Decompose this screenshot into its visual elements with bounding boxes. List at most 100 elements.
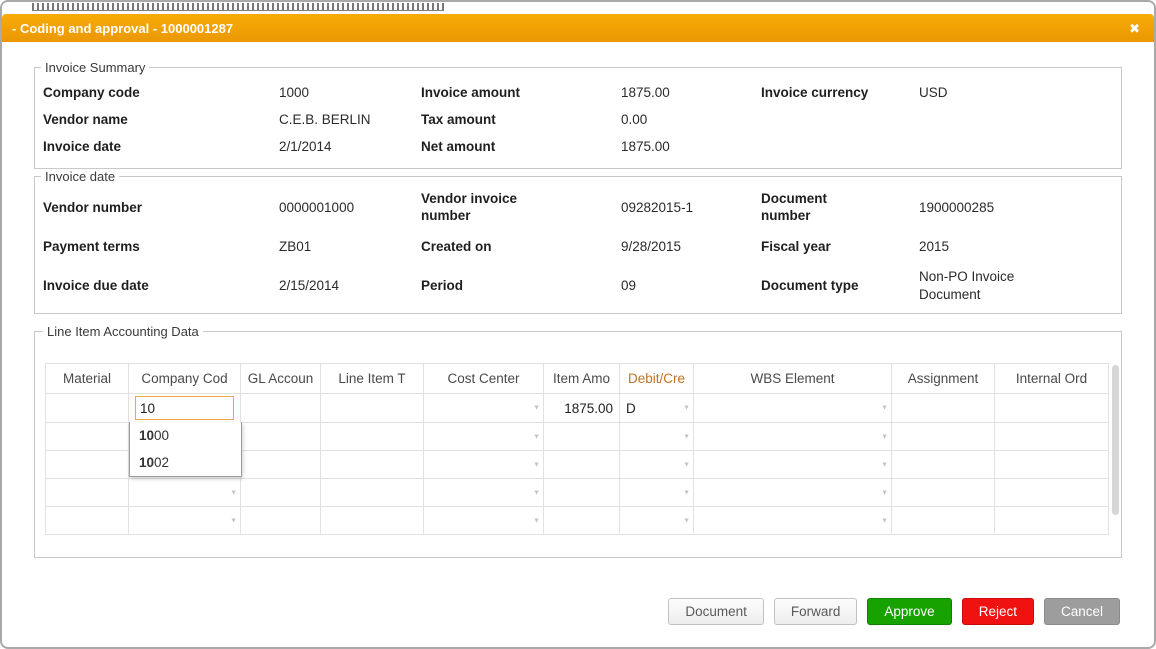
cell-debit-credit[interactable]: ▼ xyxy=(620,451,694,479)
cell-cost-center[interactable]: ▼ xyxy=(424,507,544,535)
cell-line-item-text[interactable] xyxy=(321,507,424,535)
dropdown-arrow-icon: ▼ xyxy=(683,461,690,468)
cell-assignment[interactable] xyxy=(892,423,995,451)
cell-item-amount[interactable] xyxy=(544,423,620,451)
cell-line-item-text[interactable] xyxy=(321,479,424,507)
table-row-1: ▼ 1875.00 D▼ ▼ xyxy=(46,394,1109,423)
cell-item-amount[interactable] xyxy=(544,451,620,479)
cell-company-code[interactable]: ▼ xyxy=(129,479,241,507)
vendor-name-value: C.E.B. BERLIN xyxy=(279,106,421,133)
dropdown-arrow-icon: ▼ xyxy=(683,405,690,412)
invoice-currency-label: Invoice currency xyxy=(761,79,919,106)
autocomplete-option-1002[interactable]: 1002 xyxy=(130,449,241,476)
cell-cost-center[interactable]: ▼ xyxy=(424,479,544,507)
document-button[interactable]: Document xyxy=(668,598,764,625)
cancel-button[interactable]: Cancel xyxy=(1044,598,1120,625)
cell-assignment[interactable] xyxy=(892,507,995,535)
cell-wbs-element[interactable]: ▼ xyxy=(694,507,892,535)
clipped-background-text xyxy=(32,3,444,11)
created-on-value: 9/28/2015 xyxy=(621,227,761,266)
cell-internal-order[interactable] xyxy=(995,451,1109,479)
cell-material[interactable] xyxy=(46,479,129,507)
dialog-title-bar: - Coding and approval - 1000001287 ✖ xyxy=(2,14,1154,42)
cell-company-code xyxy=(129,394,241,423)
cell-line-item-text[interactable] xyxy=(321,394,424,423)
cell-item-amount[interactable] xyxy=(544,507,620,535)
cell-gl-account[interactable] xyxy=(241,423,321,451)
invoice-date-value: 2/1/2014 xyxy=(279,133,421,160)
dialog-body: Invoice Summary Company code 1000 Invoic… xyxy=(2,42,1154,558)
approve-button[interactable]: Approve xyxy=(867,598,951,625)
cell-internal-order[interactable] xyxy=(995,394,1109,423)
cell-internal-order[interactable] xyxy=(995,507,1109,535)
cell-assignment[interactable] xyxy=(892,479,995,507)
invoice-amount-value: 1875.00 xyxy=(621,79,761,106)
cell-item-amount[interactable] xyxy=(544,479,620,507)
background-page-strip xyxy=(2,2,1154,14)
net-amount-value: 1875.00 xyxy=(621,133,761,160)
dropdown-arrow-icon: ▼ xyxy=(881,433,888,440)
cell-debit-credit[interactable]: ▼ xyxy=(620,423,694,451)
payment-terms-label: Payment terms xyxy=(43,227,279,266)
action-button-bar: Document Forward Approve Reject Cancel xyxy=(668,598,1120,625)
cell-item-amount[interactable]: 1875.00 xyxy=(544,394,620,423)
dropdown-arrow-icon: ▼ xyxy=(881,517,888,524)
column-header-material: Material xyxy=(46,364,129,394)
autocomplete-rest-text: 00 xyxy=(154,428,169,443)
column-header-item-amount: Item Amo xyxy=(544,364,620,394)
coding-approval-dialog: - Coding and approval - 1000001287 ✖ Inv… xyxy=(0,0,1156,649)
column-header-gl-account: GL Accoun xyxy=(241,364,321,394)
cell-wbs-element[interactable]: ▼ xyxy=(694,451,892,479)
cell-material[interactable] xyxy=(46,394,129,423)
cell-gl-account[interactable] xyxy=(241,394,321,423)
forward-button[interactable]: Forward xyxy=(774,598,858,625)
invoice-currency-value: USD xyxy=(919,79,1113,106)
fiscal-year-value: 2015 xyxy=(919,227,1113,266)
dropdown-arrow-icon: ▼ xyxy=(881,405,888,412)
cell-line-item-text[interactable] xyxy=(321,451,424,479)
cell-gl-account[interactable] xyxy=(241,479,321,507)
table-vertical-scrollbar[interactable] xyxy=(1112,365,1119,515)
period-label: Period xyxy=(421,266,621,305)
cell-debit-credit[interactable]: ▼ xyxy=(620,507,694,535)
cell-material[interactable] xyxy=(46,507,129,535)
cell-cost-center[interactable]: ▼ xyxy=(424,394,544,423)
dropdown-arrow-icon: ▼ xyxy=(533,461,540,468)
cell-wbs-element[interactable]: ▼ xyxy=(694,394,892,423)
document-type-label: Document type xyxy=(761,266,919,305)
cell-assignment[interactable] xyxy=(892,451,995,479)
cell-internal-order[interactable] xyxy=(995,423,1109,451)
invoice-date-label: Invoice date xyxy=(43,133,279,160)
company-code-input[interactable] xyxy=(135,396,234,420)
column-header-assignment: Assignment xyxy=(892,364,995,394)
cell-assignment[interactable] xyxy=(892,394,995,423)
cell-cost-center[interactable]: ▼ xyxy=(424,423,544,451)
autocomplete-option-1000[interactable]: 1000 xyxy=(130,422,241,449)
cell-line-item-text[interactable] xyxy=(321,423,424,451)
cell-material[interactable] xyxy=(46,451,129,479)
vendor-number-value: 0000001000 xyxy=(279,188,421,227)
column-header-internal-order: Internal Ord xyxy=(995,364,1109,394)
cell-internal-order[interactable] xyxy=(995,479,1109,507)
cell-cost-center[interactable]: ▼ xyxy=(424,451,544,479)
cell-gl-account[interactable] xyxy=(241,451,321,479)
close-icon[interactable]: ✖ xyxy=(1129,22,1140,35)
cell-debit-credit[interactable]: ▼ xyxy=(620,479,694,507)
cell-debit-credit[interactable]: D▼ xyxy=(620,394,694,423)
autocomplete-dropdown: 1000 1002 xyxy=(129,422,242,477)
invoice-summary-legend: Invoice Summary xyxy=(41,60,149,75)
dropdown-arrow-icon: ▼ xyxy=(230,517,237,524)
cell-material[interactable] xyxy=(46,423,129,451)
reject-button[interactable]: Reject xyxy=(962,598,1034,625)
dropdown-arrow-icon: ▼ xyxy=(533,489,540,496)
cell-gl-account[interactable] xyxy=(241,507,321,535)
line-items-table-wrap: Material Company Cod GL Accoun Line Item… xyxy=(45,363,1111,535)
dialog-title: - Coding and approval - 1000001287 xyxy=(12,21,1129,36)
tax-amount-label: Tax amount xyxy=(421,106,621,133)
dropdown-arrow-icon: ▼ xyxy=(533,433,540,440)
cell-wbs-element[interactable]: ▼ xyxy=(694,423,892,451)
cell-wbs-element[interactable]: ▼ xyxy=(694,479,892,507)
cell-company-code[interactable]: ▼ xyxy=(129,507,241,535)
dropdown-arrow-icon: ▼ xyxy=(683,433,690,440)
document-number-value: 1900000285 xyxy=(919,188,1113,227)
